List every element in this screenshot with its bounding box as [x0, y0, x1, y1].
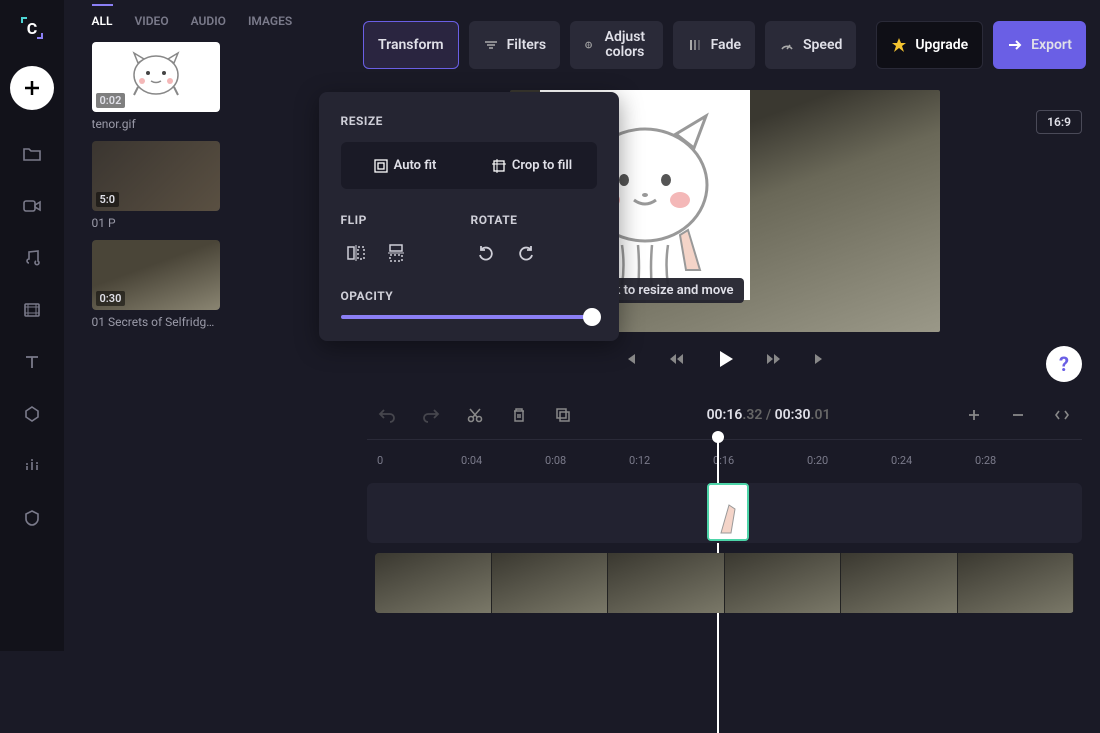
speed-tab[interactable]: Speed [765, 21, 856, 69]
media-thumbnail: 5:0 [92, 141, 220, 211]
playback-controls [620, 346, 830, 372]
upgrade-button[interactable]: Upgrade [876, 21, 983, 69]
media-panel: ALL VIDEO AUDIO IMAGES 0:02 tenor.gif 5:… [64, 0, 350, 651]
media-item[interactable]: 0:30 01 Secrets of Selfridges… [92, 240, 220, 329]
stock-icon[interactable] [10, 288, 54, 332]
media-item[interactable]: 0:02 tenor.gif [92, 42, 220, 131]
media-item[interactable]: 5:0 01 P [92, 141, 220, 230]
rotate-cw-button[interactable] [511, 241, 541, 265]
forward-button[interactable] [764, 349, 784, 369]
media-grid: 0:02 tenor.gif 5:0 01 P 0:30 01 Secrets … [92, 42, 336, 329]
folder-icon[interactable] [10, 132, 54, 176]
rotate-ccw-button[interactable] [471, 241, 501, 265]
graphics-icon[interactable] [10, 392, 54, 436]
media-tabs: ALL VIDEO AUDIO IMAGES [92, 14, 336, 42]
timeline-clip-gif[interactable] [707, 483, 749, 541]
text-icon[interactable] [10, 340, 54, 384]
media-tab-images[interactable]: IMAGES [248, 14, 292, 28]
ruler-tick: 0:04 [461, 454, 482, 467]
ruler-tick: 0:20 [807, 454, 828, 467]
crop-fill-button[interactable]: Crop to fill [474, 148, 591, 183]
timeline-area: 00:16.32 / 00:30.01 0 0:04 0:08 0:12 0:1… [349, 391, 1100, 651]
help-button[interactable]: ? [1046, 346, 1082, 382]
music-icon[interactable] [10, 236, 54, 280]
auto-fit-button[interactable]: Auto fit [347, 148, 464, 183]
undo-button[interactable] [367, 398, 407, 432]
rotate-heading: ROTATE [471, 213, 541, 227]
svg-text:C: C [27, 19, 37, 38]
ruler-tick: 0:24 [891, 454, 912, 467]
media-tab-audio[interactable]: AUDIO [191, 14, 226, 28]
timecode-display: 00:16.32 / 00:30.01 [587, 407, 950, 423]
zoom-fit-button[interactable] [1042, 398, 1082, 432]
redo-button[interactable] [411, 398, 451, 432]
app-sidebar: C [0, 0, 64, 651]
flip-vertical-button[interactable] [381, 241, 411, 265]
auto-fit-label: Auto fit [394, 158, 437, 173]
ruler-tick: 0:08 [545, 454, 566, 467]
media-thumbnail: 0:02 [92, 42, 220, 112]
media-duration: 5:0 [96, 192, 120, 207]
transform-panel: RESIZE Auto fit Crop to fill FLIP ROTATE [319, 92, 619, 341]
play-button[interactable] [712, 346, 738, 372]
zoom-in-button[interactable] [954, 398, 994, 432]
media-filename: tenor.gif [92, 117, 220, 131]
media-tab-video[interactable]: VIDEO [135, 14, 169, 28]
transform-tab[interactable]: Transform [363, 21, 459, 69]
skip-start-button[interactable] [620, 349, 640, 369]
media-filename: 01 P [92, 216, 220, 230]
adjust-colors-tab[interactable]: Adjust colors [570, 21, 663, 69]
app-logo: C [16, 12, 48, 44]
delete-button[interactable] [499, 398, 539, 432]
timeline-clip-video[interactable] [375, 553, 1074, 613]
flip-heading: FLIP [341, 213, 411, 227]
opacity-slider-thumb[interactable] [583, 308, 601, 326]
split-button[interactable] [455, 398, 495, 432]
fade-tab[interactable]: Fade [673, 21, 755, 69]
media-duration: 0:02 [96, 93, 126, 108]
ruler-tick: 0:28 [975, 454, 996, 467]
add-media-button[interactable] [10, 66, 54, 110]
ruler-tick: 0 [377, 454, 383, 467]
crop-fill-label: Crop to fill [512, 158, 572, 173]
topbar: Transform Filters Adjust colors Fade Spe… [349, 0, 1100, 90]
opacity-heading: OPACITY [341, 289, 597, 303]
zoom-out-button[interactable] [998, 398, 1038, 432]
duplicate-button[interactable] [543, 398, 583, 432]
rewind-button[interactable] [666, 349, 686, 369]
ruler-tick: 0:12 [629, 454, 650, 467]
timeline-tracks [367, 469, 1082, 613]
timeline-track-overlay[interactable] [367, 483, 1082, 543]
timeline-ruler[interactable]: 0 0:04 0:08 0:12 0:16 0:20 0:24 0:28 [367, 439, 1082, 469]
media-thumbnail: 0:30 [92, 240, 220, 310]
media-tab-all[interactable]: ALL [92, 4, 113, 28]
resize-heading: RESIZE [341, 114, 597, 128]
opacity-slider[interactable] [341, 315, 597, 319]
media-duration: 0:30 [96, 291, 126, 306]
effects-icon[interactable] [10, 444, 54, 488]
skip-end-button[interactable] [810, 349, 830, 369]
timeline-track-main[interactable] [367, 553, 1082, 613]
aspect-ratio-badge[interactable]: 16:9 [1036, 110, 1082, 134]
timeline-toolbar: 00:16.32 / 00:30.01 [367, 391, 1082, 439]
filters-tab[interactable]: Filters [469, 21, 560, 69]
video-icon[interactable] [10, 184, 54, 228]
media-filename: 01 Secrets of Selfridges… [92, 315, 220, 329]
flip-horizontal-button[interactable] [341, 241, 371, 265]
export-button[interactable]: Export [993, 21, 1086, 69]
brand-icon[interactable] [10, 496, 54, 540]
